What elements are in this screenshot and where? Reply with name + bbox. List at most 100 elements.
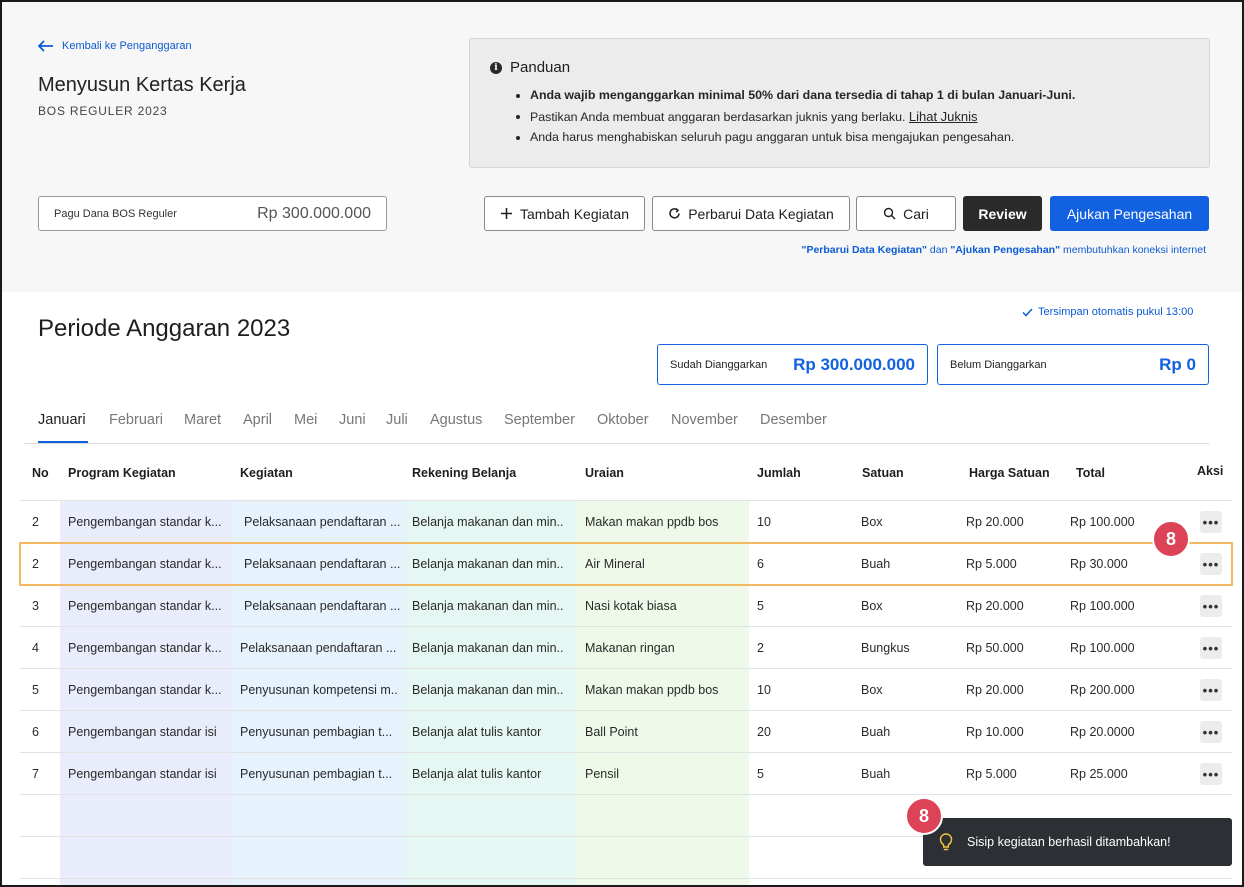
autosave-label: Tersimpan otomatis pukul 13:00 [1038, 306, 1194, 318]
tab-februari[interactable]: Februari [109, 412, 163, 428]
cell-harga: Rp 20.000 [966, 599, 1024, 613]
cell-rekening: Belanja alat tulis kantor [412, 725, 542, 739]
refresh-data-button[interactable]: Perbarui Data Kegiatan [652, 196, 850, 231]
table-row[interactable]: 3 Pengembangan standar k... Pelaksanaan … [20, 585, 1232, 627]
table-row[interactable]: 2 Pengembangan standar k... Pelaksanaan … [20, 501, 1232, 543]
cell-no: 6 [32, 725, 39, 739]
tab-april[interactable]: April [243, 412, 272, 428]
cell-jumlah: 10 [757, 683, 771, 697]
guide-list: Anda wajib menganggarkan minimal 50% dar… [516, 85, 1075, 148]
more-actions-button[interactable]: ••• [1200, 637, 1222, 659]
header-rekening: Rekening Belanja [412, 466, 517, 480]
header-harga: Harga Satuan [969, 466, 1050, 480]
cell-rekening: Belanja makanan dan min.. [412, 641, 564, 655]
submit-approval-label: Ajukan Pengesahan [1066, 205, 1193, 222]
cell-rekening: Belanja makanan dan min.. [412, 557, 564, 571]
cell-total: Rp 200.000 [1070, 683, 1135, 697]
more-actions-button[interactable]: ••• [1200, 553, 1222, 575]
table-row[interactable]: 7 Pengembangan standar isi Penyusunan pe… [20, 753, 1232, 795]
tab-januari[interactable]: Januari [38, 412, 86, 428]
cell-kegiatan: Pelaksanaan pendaftaran ... [244, 599, 401, 613]
add-activity-label: Tambah Kegiatan [520, 205, 629, 222]
step-badge: 8 [1152, 520, 1190, 558]
back-link-label: Kembali ke Penganggaran [62, 40, 192, 52]
cell-harga: Rp 20.000 [966, 515, 1024, 529]
header-uraian: Uraian [585, 466, 624, 480]
review-label: Review [978, 205, 1027, 222]
success-toast: Sisip kegiatan berhasil ditambahkan! [923, 818, 1232, 866]
cell-no: 7 [32, 767, 39, 781]
review-button[interactable]: Review [963, 196, 1042, 231]
header-aksi: Aksi [1197, 464, 1224, 478]
tab-september[interactable]: September [504, 412, 575, 428]
guide-panel: i Panduan Anda wajib menganggarkan minim… [469, 38, 1210, 168]
search-icon [883, 207, 896, 220]
cell-program: Pengembangan standar k... [68, 515, 222, 529]
more-actions-button[interactable]: ••• [1200, 763, 1222, 785]
tab-maret[interactable]: Maret [184, 412, 221, 428]
note-part: "Perbarui Data Kegiatan" [801, 244, 927, 256]
table-row-highlighted[interactable]: 2 Pengembangan standar k... Pelaksanaan … [19, 542, 1233, 586]
arrow-left-icon [38, 40, 53, 52]
header-section: Kembali ke Penganggaran Menyusun Kertas … [2, 2, 1242, 292]
cell-kegiatan: Pelaksanaan pendaftaran ... [244, 557, 401, 571]
tab-juni[interactable]: Juni [339, 412, 366, 428]
cell-satuan: Buah [861, 557, 891, 571]
divider [20, 878, 1232, 879]
pagu-value: Rp 300.000.000 [257, 204, 371, 222]
more-actions-button[interactable]: ••• [1200, 679, 1222, 701]
cell-program: Pengembangan standar isi [68, 767, 217, 781]
more-actions-button[interactable]: ••• [1200, 595, 1222, 617]
more-actions-button[interactable]: ••• [1200, 511, 1222, 533]
tab-mei[interactable]: Mei [294, 412, 317, 428]
table-row[interactable]: 5 Pengembangan standar k... Penyusunan k… [20, 669, 1232, 711]
table-row[interactable]: 4 Pengembangan standar k... Pelaksanaan … [20, 627, 1232, 669]
add-activity-button[interactable]: Tambah Kegiatan [484, 196, 645, 231]
juknis-link[interactable]: Lihat Juknis [909, 109, 978, 124]
cell-jumlah: 6 [757, 557, 764, 571]
guide-item: Anda harus menghabiskan seluruh pagu ang… [516, 127, 1075, 148]
cell-harga: Rp 10.000 [966, 725, 1024, 739]
cell-kegiatan: Pelaksanaan pendaftaran ... [244, 515, 401, 529]
tab-juli[interactable]: Juli [386, 412, 408, 428]
guide-header: i Panduan [490, 59, 570, 76]
cell-uraian: Air Mineral [585, 557, 645, 571]
cell-jumlah: 2 [757, 641, 764, 655]
cell-satuan: Box [861, 515, 883, 529]
cell-total: Rp 20.0000 [1070, 725, 1135, 739]
back-link[interactable]: Kembali ke Penganggaran [38, 40, 192, 52]
search-button[interactable]: Cari [856, 196, 956, 231]
cell-uraian: Makan makan ppdb bos [585, 683, 719, 697]
info-icon: i [490, 61, 502, 74]
submit-approval-button[interactable]: Ajukan Pengesahan [1050, 196, 1209, 231]
cell-rekening: Belanja makanan dan min.. [412, 515, 564, 529]
cell-total: Rp 100.000 [1070, 641, 1135, 655]
cell-harga: Rp 5.000 [966, 767, 1017, 781]
tab-agustus[interactable]: Agustus [430, 412, 482, 428]
cell-satuan: Bungkus [861, 641, 910, 655]
cell-jumlah: 5 [757, 767, 764, 781]
page-title: Menyusun Kertas Kerja [38, 74, 246, 96]
cell-uraian: Nasi kotak biasa [585, 599, 677, 613]
cell-uraian: Makan makan ppdb bos [585, 515, 719, 529]
toast-message: Sisip kegiatan berhasil ditambahkan! [967, 835, 1171, 849]
periode-title: Periode Anggaran 2023 [38, 315, 291, 342]
step-badge: 8 [905, 797, 943, 835]
cell-total: Rp 100.000 [1070, 515, 1135, 529]
cell-program: Pengembangan standar k... [68, 641, 222, 655]
cell-jumlah: 10 [757, 515, 771, 529]
budgeted-label: Sudah Dianggarkan [670, 358, 768, 371]
tab-desember[interactable]: Desember [760, 412, 827, 428]
cell-no: 3 [32, 599, 39, 613]
more-actions-button[interactable]: ••• [1200, 721, 1222, 743]
tab-oktober[interactable]: Oktober [597, 412, 649, 428]
cell-harga: Rp 50.000 [966, 641, 1024, 655]
cell-uraian: Ball Point [585, 725, 638, 739]
cell-program: Pengembangan standar isi [68, 725, 217, 739]
pagu-box: Pagu Dana BOS Reguler Rp 300.000.000 [38, 196, 387, 231]
header-no: No [32, 466, 49, 480]
plus-icon [501, 208, 513, 219]
tab-november[interactable]: November [671, 412, 738, 428]
refresh-icon [669, 207, 680, 219]
table-row[interactable]: 6 Pengembangan standar isi Penyusunan pe… [20, 711, 1232, 753]
